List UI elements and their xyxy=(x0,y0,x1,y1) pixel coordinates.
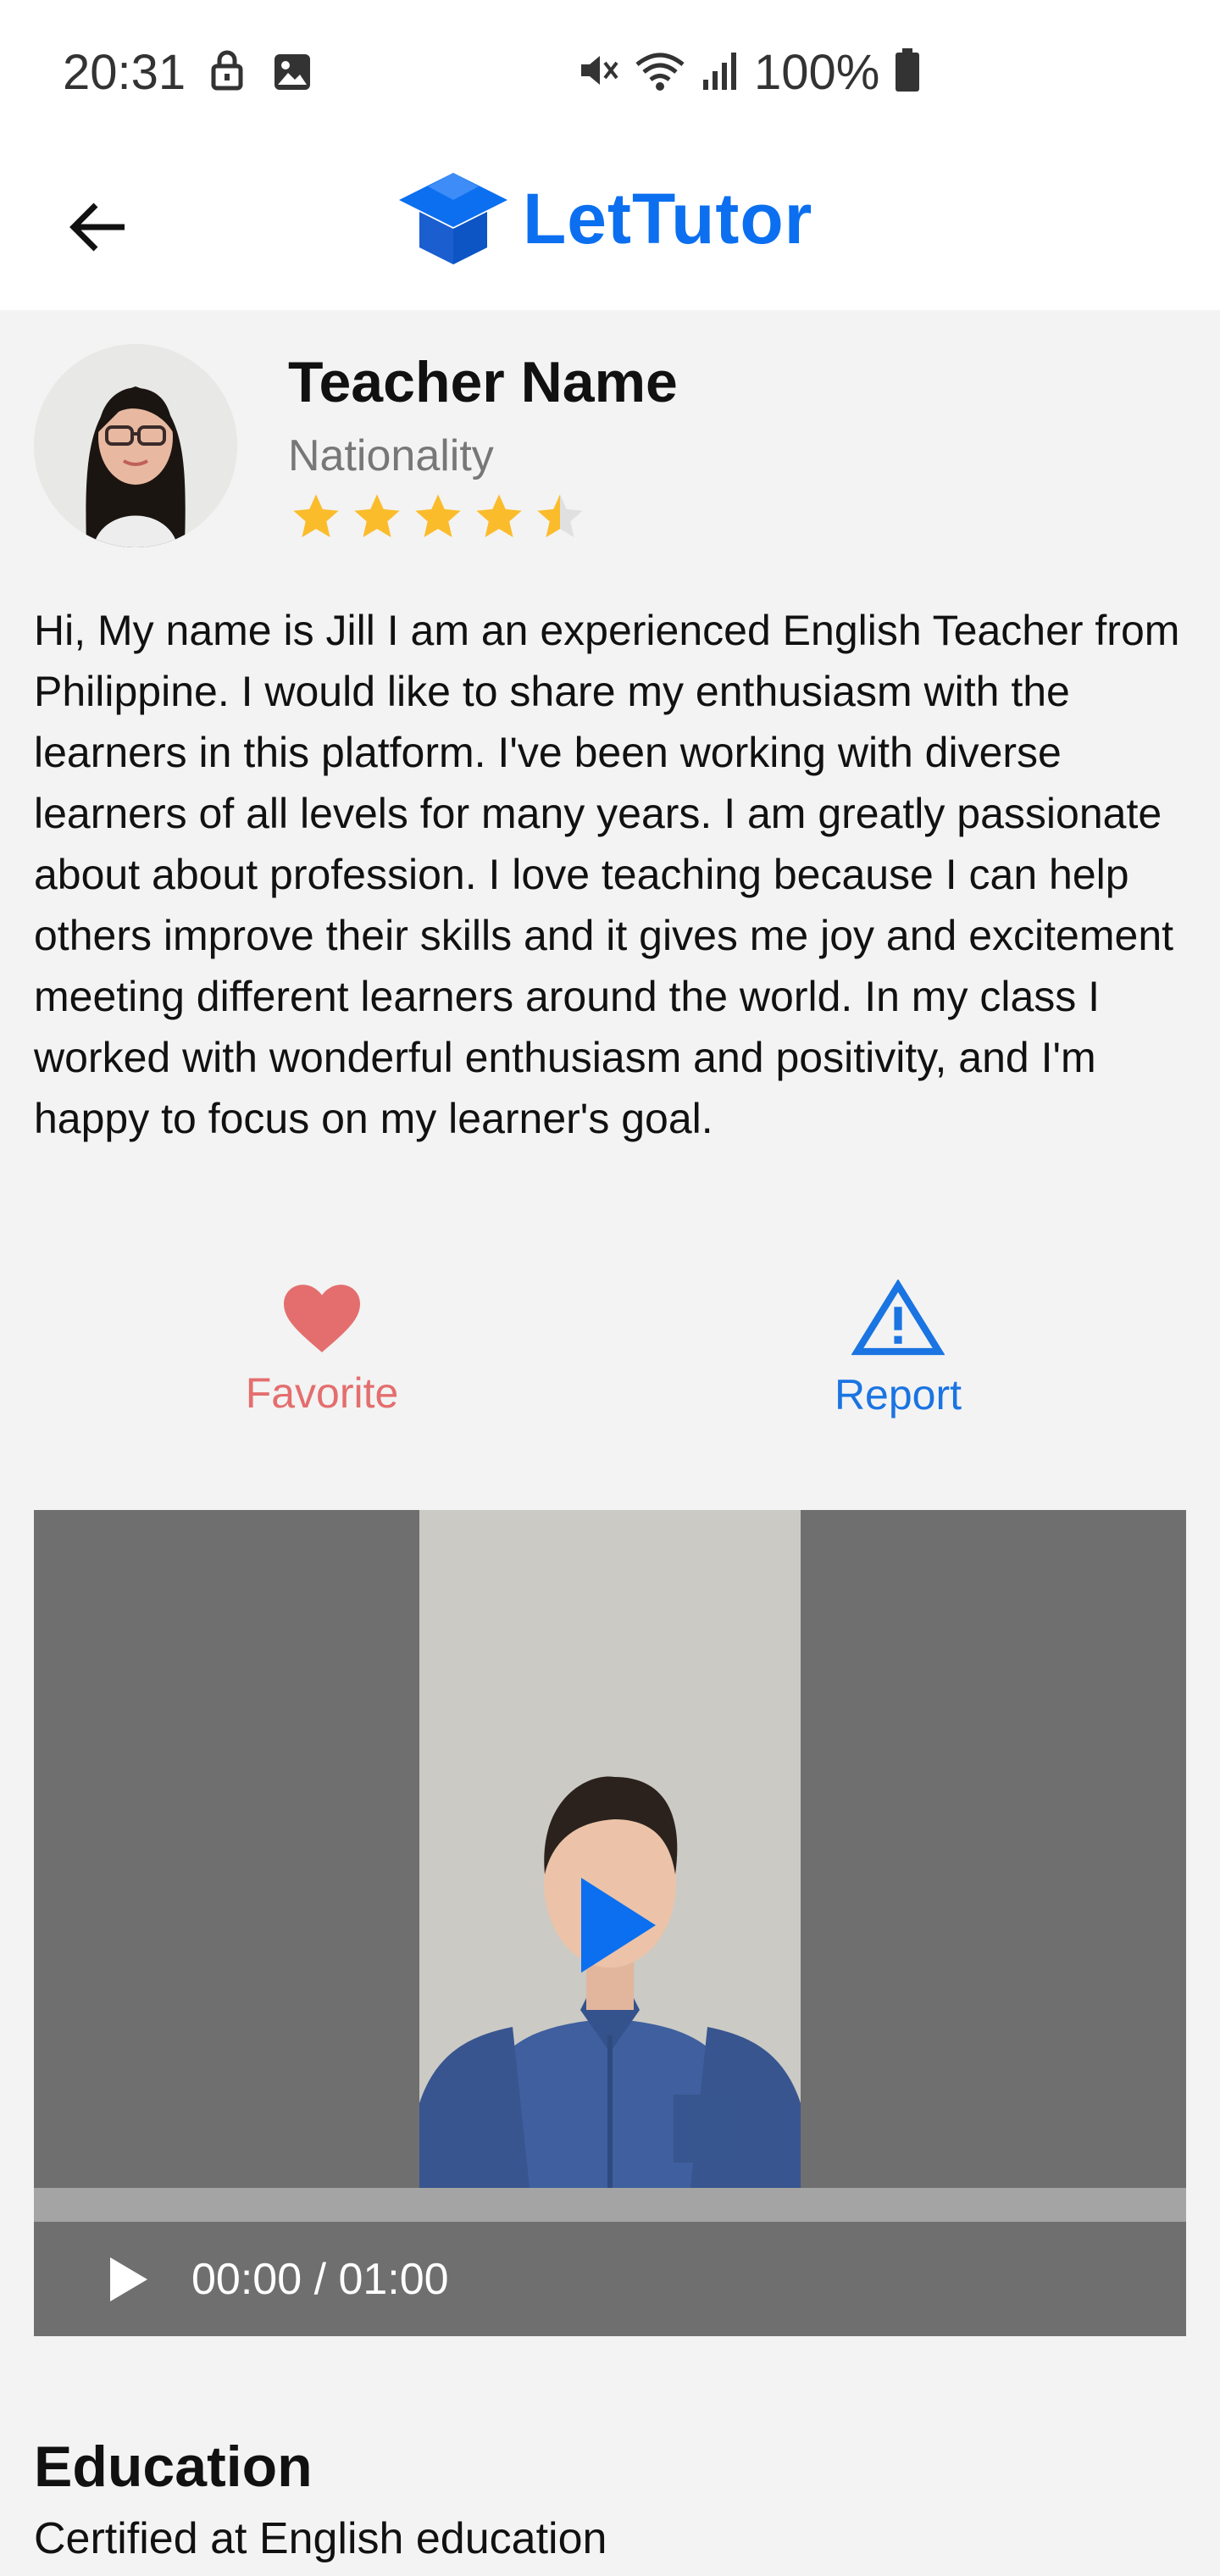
wifi-icon xyxy=(634,49,686,96)
video-frame xyxy=(419,1510,801,2188)
video-controls: 00:00 / 01:00 xyxy=(34,2222,1186,2336)
video-progress-bar[interactable] xyxy=(34,2188,1186,2222)
star-icon xyxy=(415,494,461,537)
education-heading: Education xyxy=(34,2434,313,2499)
battery-percent: 100% xyxy=(754,45,880,100)
video-play-overlay-icon[interactable] xyxy=(576,1874,661,1980)
teacher-name: Teacher Name xyxy=(288,350,678,414)
app-logo-text: LetTutor xyxy=(523,178,813,258)
mute-icon xyxy=(576,49,618,96)
status-icons: 100% xyxy=(576,44,920,101)
battery-icon xyxy=(895,48,920,97)
gallery-icon xyxy=(273,53,312,96)
education-text: Certified at English education xyxy=(34,2514,607,2563)
rating-stars xyxy=(288,490,588,544)
report-label: Report xyxy=(834,1371,962,1418)
arrow-left-icon xyxy=(69,203,125,252)
warning-icon xyxy=(851,1279,946,1356)
favorite-label: Favorite xyxy=(245,1369,399,1417)
video-player[interactable]: 00:00 / 01:00 xyxy=(34,1510,1186,2336)
status-time: 20:31 xyxy=(63,45,186,100)
teacher-nationality: Nationality xyxy=(288,431,494,480)
report-button[interactable]: Report xyxy=(796,1279,1000,1419)
back-button[interactable] xyxy=(56,185,141,269)
app-logo: LetTutor xyxy=(394,166,812,271)
graduation-cap-icon xyxy=(399,173,507,264)
video-time: 00:00 / 01:00 xyxy=(191,2255,449,2304)
signal-icon xyxy=(702,49,739,96)
teacher-avatar xyxy=(34,344,237,547)
teacher-bio: Hi, My name is Jill I am an experienced … xyxy=(34,607,1180,1142)
status-bar: 20:31 100% xyxy=(0,0,1220,144)
star-icon xyxy=(354,494,400,537)
favorite-button[interactable]: Favorite xyxy=(220,1280,424,1418)
star-icon xyxy=(476,494,522,537)
star-half-icon xyxy=(537,494,583,537)
star-icon xyxy=(293,494,339,537)
play-icon[interactable] xyxy=(107,2254,151,2309)
lock-icon xyxy=(210,49,244,96)
heart-icon xyxy=(284,1285,360,1352)
app-bar: LetTutor xyxy=(0,144,1220,310)
